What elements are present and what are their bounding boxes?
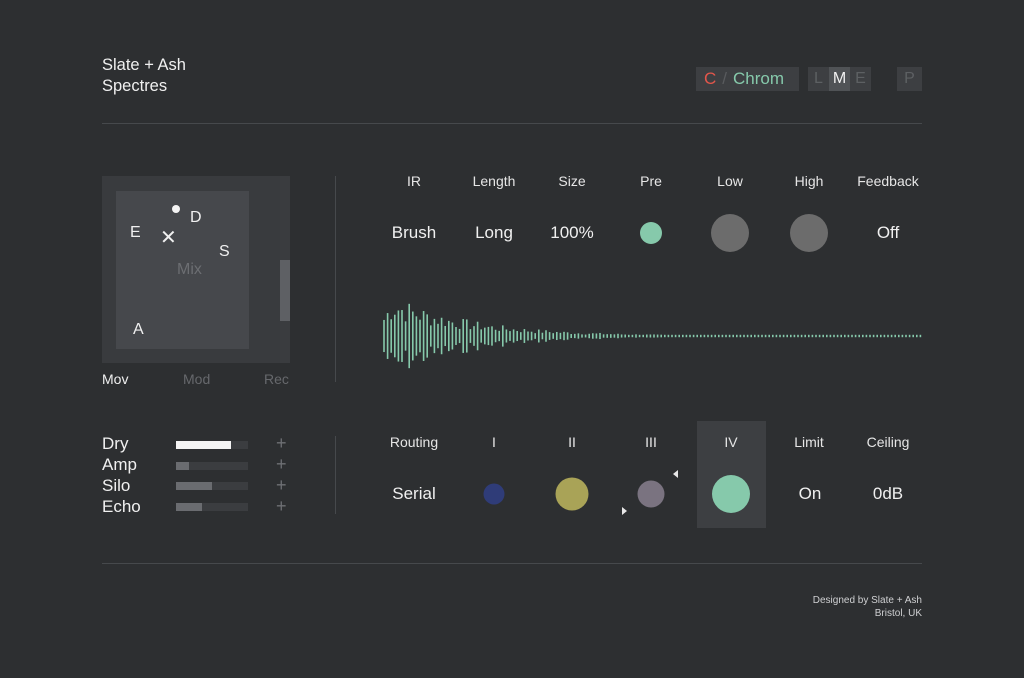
high-label: High [794,173,824,189]
product-name: Spectres [102,77,168,95]
mode-button-l[interactable]: L [808,67,829,91]
impulse-waveform [383,303,922,369]
arrow-left-icon [673,470,678,478]
credits: Designed by Slate + Ash Bristol, UK [813,594,922,620]
xy-cursor-icon[interactable]: ✕ [160,228,177,248]
preset-selector[interactable]: C / Chrom [696,67,799,91]
low-label: Low [717,173,743,189]
feedback-value[interactable]: Off [877,223,899,243]
send-label-dry: Dry [102,434,129,453]
add-dry-icon[interactable]: + [276,434,287,452]
mode-button-m[interactable]: M [829,67,850,91]
xy-point-d: D [190,209,202,226]
stage-i-label: I [492,434,496,450]
column-divider-bottom [335,436,336,514]
ir-value[interactable]: Brush [392,223,436,243]
brand-logo: Slate + Ash Spectres [102,55,186,97]
send-slider-echo[interactable] [176,503,248,511]
limit-label: Limit [794,434,824,450]
pre-label: Pre [640,173,662,189]
ceiling-value[interactable]: 0dB [873,484,903,504]
add-echo-icon[interactable]: + [276,497,287,515]
xy-point-a: A [133,321,144,338]
xy-handle-dot[interactable] [172,205,180,213]
xy-point-s: S [219,243,230,260]
preset-name: Chrom [733,69,785,88]
high-knob[interactable] [790,214,828,252]
stage-iv-label: IV [724,434,738,450]
stage-iii-label: III [645,434,657,450]
brand-name: Slate + Ash [102,56,186,74]
send-fill-amp [176,462,189,470]
length-value[interactable]: Long [475,223,513,243]
size-label: Size [558,173,586,189]
size-value[interactable]: 100% [550,223,593,243]
preset-letter: C [704,69,717,88]
add-amp-icon[interactable]: + [276,455,287,473]
limit-value[interactable]: On [799,484,822,504]
send-label-silo: Silo [102,476,131,495]
tab-rec[interactable]: Rec [264,371,289,387]
send-slider-silo[interactable] [176,482,248,490]
mode-switch: L M E [808,67,871,91]
stage-iii-knob[interactable] [637,480,665,508]
column-divider-top [335,176,336,382]
low-knob[interactable] [711,214,749,252]
send-fill-echo [176,503,202,511]
pre-knob[interactable] [640,222,662,244]
tab-mov[interactable]: Mov [102,371,128,387]
tab-mod[interactable]: Mod [183,371,210,387]
send-label-amp: Amp [102,455,137,474]
stage-ii-label: II [568,434,576,450]
send-slider-dry[interactable] [176,441,248,449]
xy-point-e: E [130,224,141,241]
ceiling-label: Ceiling [866,434,910,450]
xy-mix-label: Mix [177,261,202,278]
arrow-right-icon [622,507,627,515]
preset-separator: / [722,69,728,88]
mode-button-p[interactable]: P [897,67,922,91]
xy-scroll-thumb[interactable] [280,260,290,322]
send-label-echo: Echo [102,497,141,516]
header-divider [102,123,922,124]
credits-line-2: Bristol, UK [874,608,922,619]
app-window: Slate + Ash Spectres C / Chrom L M E P E… [0,0,1024,678]
footer-divider [102,563,922,564]
send-fill-dry [176,441,231,449]
send-fill-silo [176,482,212,490]
routing-label: Routing [389,434,439,450]
feedback-label: Feedback [857,173,919,189]
stage-i-knob[interactable] [483,483,505,505]
routing-value[interactable]: Serial [392,484,435,504]
stage-iv-knob[interactable] [712,475,750,513]
credits-line-1: Designed by Slate + Ash [812,595,922,606]
mode-button-e[interactable]: E [850,67,871,91]
stage-ii-knob[interactable] [555,477,589,511]
add-silo-icon[interactable]: + [276,476,287,494]
send-slider-amp[interactable] [176,462,248,470]
length-label: Length [472,173,516,189]
ir-label: IR [407,173,421,189]
